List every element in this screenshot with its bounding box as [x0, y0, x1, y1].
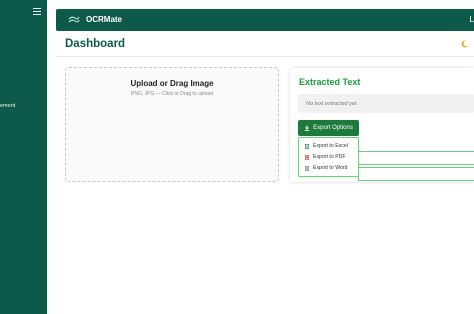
menu-item-label: Export to PDF	[313, 154, 346, 160]
upload-subtitle: PNG, JPG — Click or Drag to upload	[131, 91, 213, 97]
excel-icon	[305, 143, 309, 149]
page-title: Dashboard	[65, 38, 126, 50]
moon-icon[interactable]	[461, 40, 469, 48]
menu-item-label: Export to Word	[313, 165, 348, 171]
export-options-button[interactable]: Export Options	[298, 120, 359, 136]
upload-dropzone[interactable]: Upload or Drag Image PNG, JPG — Click or…	[65, 67, 279, 182]
extracted-text-area[interactable]: No text extracted yet.	[298, 94, 474, 113]
output-field[interactable]	[358, 167, 474, 181]
download-icon	[304, 125, 310, 131]
output-field[interactable]	[358, 151, 474, 165]
export-options-label: Export Options	[313, 125, 353, 131]
top-navbar: OCRMate L	[56, 9, 474, 31]
header-divider	[56, 56, 474, 57]
menu-item-export-pdf[interactable]: Export to PDF	[305, 152, 346, 162]
sidebar-item-label[interactable]: ement	[0, 103, 15, 109]
card-title: Extracted Text	[299, 77, 361, 87]
logo-icon	[68, 16, 80, 23]
sidebar: ement	[0, 0, 47, 314]
menu-item-export-word[interactable]: Export to Word	[305, 163, 348, 173]
menu-item-export-excel[interactable]: Export to Excel	[305, 141, 348, 151]
brand-name[interactable]: OCRMate	[86, 15, 122, 24]
pdf-icon	[305, 154, 309, 160]
extracted-text-card: Extracted Text No text extracted yet. Ex…	[290, 68, 474, 182]
word-icon	[305, 165, 309, 171]
menu-item-label: Export to Excel	[313, 143, 348, 149]
topbar-edge-text[interactable]: L	[470, 15, 474, 24]
hamburger-menu-icon[interactable]	[33, 8, 41, 16]
export-dropdown-menu: Export to Excel Export to PDF Export to …	[298, 137, 359, 177]
upload-title: Upload or Drag Image	[130, 79, 214, 88]
